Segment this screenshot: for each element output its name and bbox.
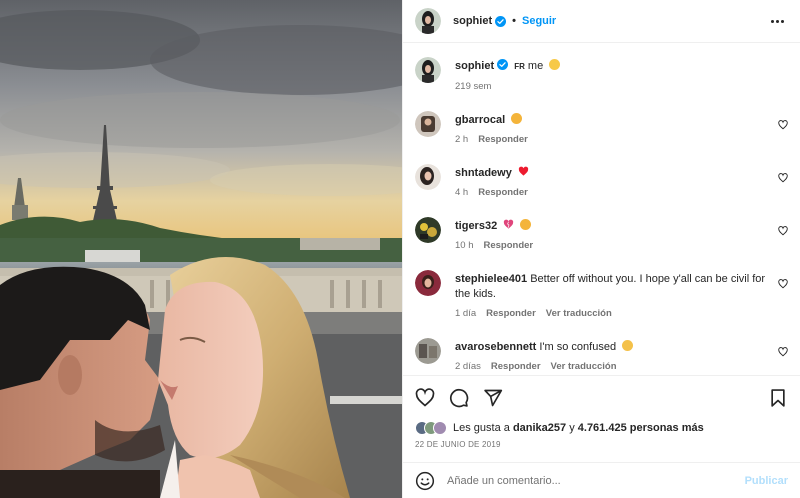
post-caption: sophiet FR me 219 sem: [415, 57, 788, 92]
confused-face-emoji: [622, 340, 634, 351]
heart-outline-icon[interactable]: [778, 173, 788, 183]
exhausted-face-emoji: [511, 113, 523, 124]
flag-fr-icon: FR: [514, 62, 525, 71]
liker-username[interactable]: danika257: [513, 422, 566, 434]
heart-outline-icon[interactable]: [778, 279, 788, 289]
caption-author-avatar[interactable]: [415, 57, 441, 83]
comment-item: stephielee401 Better off without you. I …: [415, 270, 788, 319]
caption-time: 219 sem: [455, 81, 492, 92]
author-username[interactable]: sophiet: [453, 15, 492, 27]
post-action-bar: [403, 375, 800, 419]
publish-button[interactable]: Publicar: [745, 475, 788, 487]
bookmark-icon[interactable]: [768, 388, 788, 408]
comments-list[interactable]: sophiet FR me 219 sem gbarrocal 2 h Resp…: [403, 43, 800, 375]
post-photo[interactable]: [0, 0, 402, 498]
commenter-avatar[interactable]: [415, 111, 441, 137]
separator-dot: •: [512, 15, 516, 27]
heart-outline-icon[interactable]: [778, 226, 788, 236]
comment-input[interactable]: [447, 474, 745, 487]
comment-time: 4 h: [455, 187, 469, 198]
see-translation-button[interactable]: Ver traducción: [546, 308, 612, 319]
commenter-avatar[interactable]: [415, 270, 441, 296]
comment-time: 10 h: [455, 240, 474, 251]
commenter-avatar[interactable]: [415, 338, 441, 364]
reply-button[interactable]: Responder: [484, 240, 534, 251]
likes-summary: Les gusta a danika257 y 4.761.425 person…: [403, 419, 800, 437]
post-side-panel: sophiet • Seguir sophiet FR me 219 sem g…: [402, 0, 800, 498]
liker-avatars[interactable]: [415, 421, 447, 435]
comment-composer: Publicar: [403, 462, 800, 498]
exhausted-face-emoji: [520, 219, 532, 230]
see-translation-button[interactable]: Ver traducción: [551, 361, 617, 372]
author-avatar[interactable]: [415, 8, 441, 34]
reply-button[interactable]: Responder: [478, 187, 528, 198]
reply-button[interactable]: Responder: [486, 308, 536, 319]
more-horizontal-icon[interactable]: [767, 16, 788, 27]
likes-prefix: Les gusta a: [453, 422, 510, 434]
comment-time: 2 h: [455, 134, 469, 145]
caption-username[interactable]: sophiet: [455, 60, 494, 72]
liker-avatar: [433, 421, 447, 435]
comment-username[interactable]: tigers32: [455, 220, 497, 232]
red-heart-emoji: [518, 166, 529, 176]
heart-outline-icon[interactable]: [415, 387, 435, 408]
comment-time: 1 día: [455, 308, 477, 319]
comment-item: avarosebennett I'm so confused 2 días Re…: [415, 338, 788, 372]
reply-button[interactable]: Responder: [491, 361, 541, 372]
comment-username[interactable]: avarosebennett: [455, 341, 536, 353]
post-dialog: sophiet • Seguir sophiet FR me 219 sem g…: [0, 0, 800, 498]
comment-bubble-icon[interactable]: [449, 388, 469, 408]
heart-outline-icon[interactable]: [778, 347, 788, 357]
post-header: sophiet • Seguir: [403, 0, 800, 43]
post-date: 22 DE JUNIO DE 2019: [415, 440, 501, 449]
heart-outline-icon[interactable]: [778, 120, 788, 130]
commenter-avatar[interactable]: [415, 217, 441, 243]
verified-badge-icon: [495, 15, 507, 27]
caption-text: me: [527, 60, 544, 72]
smiley-face-icon[interactable]: [415, 471, 435, 491]
comment-username[interactable]: gbarrocal: [455, 114, 505, 126]
paper-plane-icon[interactable]: [483, 388, 503, 408]
likes-count-link[interactable]: 4.761.425 personas más: [578, 422, 704, 434]
comment-time: 2 días: [455, 361, 481, 372]
comment-username[interactable]: stephielee401: [455, 273, 527, 285]
photo-illustration: [0, 0, 402, 498]
broken-heart-emoji: [504, 219, 514, 229]
commenter-avatar[interactable]: [415, 164, 441, 190]
verified-badge-icon: [497, 59, 509, 70]
likes-connector: y: [569, 422, 575, 434]
comment-item: gbarrocal 2 h Responder: [415, 111, 788, 145]
smiling-face-emoji: [549, 59, 561, 70]
comment-item: shntadewy 4 h Responder: [415, 164, 788, 198]
follow-button[interactable]: Seguir: [522, 15, 556, 27]
reply-button[interactable]: Responder: [478, 134, 528, 145]
comment-item: tigers32 10 h Responder: [415, 217, 788, 251]
comment-text: I'm so confused: [539, 341, 617, 353]
comment-username[interactable]: shntadewy: [455, 167, 512, 179]
